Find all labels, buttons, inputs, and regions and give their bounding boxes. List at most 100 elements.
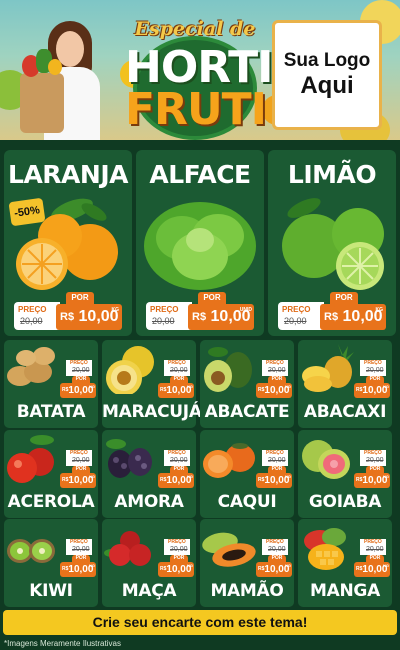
old-price: 20,00	[72, 457, 90, 464]
blackberry-image	[106, 439, 152, 478]
price-unit: KG	[89, 384, 95, 389]
price-label: PREÇO	[266, 360, 284, 366]
price-unit: UNID	[239, 307, 252, 313]
old-price: 20,00	[366, 546, 384, 553]
old-price: 20,00	[152, 316, 175, 326]
old-price: 20,00	[170, 457, 188, 464]
por-label: POR	[72, 466, 90, 473]
price-label: PREÇO	[150, 305, 179, 314]
product-card-kiwi: PREÇO 20,00 POR R$10,00 KG KIWI	[4, 519, 98, 607]
orange-image	[16, 198, 118, 290]
por-label: POR	[268, 376, 286, 383]
por-label: POR	[170, 376, 188, 383]
create-flyer-button[interactable]: Crie seu encarte com este tema!	[3, 610, 397, 635]
old-price: 20,00	[72, 367, 90, 374]
por-label: POR	[268, 466, 286, 473]
old-price: 20,00	[366, 457, 384, 464]
product-name: MANGA	[310, 581, 380, 601]
logo-placeholder: Sua Logo Aqui	[272, 20, 382, 130]
product-name: KIWI	[29, 581, 73, 601]
por-label: POR	[66, 292, 94, 304]
por-label: POR	[366, 466, 384, 473]
product-name: LIMÃO	[287, 160, 377, 189]
por-label: POR	[72, 376, 90, 383]
old-price: 20,00	[284, 316, 307, 326]
product-card-abacaxi: PREÇO 20,00 POR R$10,00 KG ABACAXI	[298, 340, 392, 428]
product-name: GOIABA	[308, 492, 382, 512]
price-tag: R$10,00 KG	[60, 473, 96, 488]
price-unit: KG	[89, 474, 95, 479]
price-unit: KG	[383, 563, 389, 568]
price-tag: R$ 10,00 UNID	[188, 304, 254, 330]
price-tag: R$10,00 KG	[60, 383, 96, 398]
price-label: PREÇO	[364, 360, 382, 366]
price-label: PREÇO	[18, 305, 47, 314]
price-tag: R$10,00 KG	[354, 383, 390, 398]
product-card-abacate: PREÇO 20,00 POR R$10,00 KG ABACATE	[200, 340, 294, 428]
old-price: 20,00	[170, 367, 188, 374]
product-name: BATATA	[16, 402, 86, 422]
price-tag: R$10,00 KG	[256, 562, 292, 577]
woman-with-grocery-bag-image	[20, 15, 115, 140]
apple-image	[104, 531, 151, 566]
product-name: LARANJA	[8, 160, 128, 189]
price-unit: KG	[111, 307, 120, 313]
price-unit: KG	[383, 474, 389, 479]
papaya-image	[202, 532, 256, 567]
header-banner: Especial de HORTI FRUTI Sua Logo Aqui	[0, 0, 400, 140]
price-label: PREÇO	[70, 450, 88, 456]
price-tag: R$10,00 KG	[256, 473, 292, 488]
passion-fruit-image	[106, 346, 154, 394]
price-label: PREÇO	[168, 539, 186, 545]
por-label: POR	[170, 555, 188, 562]
flyer: Especial de HORTI FRUTI Sua Logo Aqui LA…	[0, 0, 400, 650]
potato-image	[7, 347, 55, 386]
price-label: PREÇO	[266, 450, 284, 456]
price-tag: R$10,00 KG	[158, 473, 194, 488]
lettuce-image	[144, 202, 256, 290]
price-tag: R$10,00 KG	[256, 383, 292, 398]
price-unit: KG	[187, 474, 193, 479]
product-card-goiaba: PREÇO 20,00 POR R$10,00 KG GOIABA	[298, 430, 392, 518]
product-name: ACEROLA	[7, 492, 95, 512]
especial-de-text: Especial de	[134, 18, 256, 40]
price-unit: KG	[285, 384, 291, 389]
price-tag: R$10,00 KG	[158, 562, 194, 577]
acerola-image	[7, 435, 54, 483]
featured-products: LARANJA -50% PREÇO 20,00 POR R$ 10,00 KG…	[0, 150, 400, 336]
old-price: 20,00	[20, 316, 43, 326]
price-label: PREÇO	[70, 360, 88, 366]
price-label: PREÇO	[282, 305, 311, 314]
old-price: 20,00	[366, 367, 384, 374]
product-name: MARACUJÁ	[102, 402, 202, 422]
product-name: ABACAXI	[303, 402, 387, 422]
price-label: PREÇO	[168, 360, 186, 366]
logo-placeholder-line1: Sua Logo	[283, 50, 371, 72]
price-unit: KG	[383, 384, 389, 389]
product-name: MAÇA	[121, 581, 177, 601]
product-card-batata: PREÇO 20,00 POR R$10,00 KG BATATA	[4, 340, 98, 428]
price-unit: KG	[187, 563, 193, 568]
product-card-caqui: PREÇO 20,00 POR R$10,00 KG CAQUI	[200, 430, 294, 518]
price-label: PREÇO	[364, 539, 382, 545]
product-card-maracuja: PREÇO 20,00 POR R$10,00 KG MARACUJÁ	[102, 340, 202, 428]
por-label: POR	[268, 555, 286, 562]
mango-image	[304, 528, 346, 570]
avocado-image	[204, 347, 252, 392]
currency: R$	[60, 311, 75, 323]
price-tag: R$10,00 KG	[354, 562, 390, 577]
product-card-manga: PREÇO 20,00 POR R$10,00 KG MANGA	[298, 519, 392, 607]
price-tag: R$ 10,00 KG	[320, 304, 386, 330]
product-card-limao: LIMÃO PREÇO 20,00 POR R$ 10,00 KG	[268, 150, 396, 336]
product-card-amora: PREÇO 20,00 POR R$10,00 KG AMORA	[102, 430, 196, 518]
por-label: POR	[72, 555, 90, 562]
price-label: PREÇO	[266, 539, 284, 545]
por-label: POR	[170, 466, 188, 473]
product-card-maca: PREÇO 20,00 POR R$10,00 KG MAÇA	[102, 519, 196, 607]
old-price: 20,00	[268, 457, 286, 464]
por-label: POR	[330, 292, 358, 304]
old-price: 20,00	[72, 546, 90, 553]
product-card-alface: ALFACE PREÇO 20,00 POR R$ 10,00 UNID	[136, 150, 264, 336]
product-card-acerola: PREÇO 20,00 POR R$10,00 KG ACEROLA	[4, 430, 98, 518]
price-tag: R$ 10,00 KG	[56, 304, 122, 330]
